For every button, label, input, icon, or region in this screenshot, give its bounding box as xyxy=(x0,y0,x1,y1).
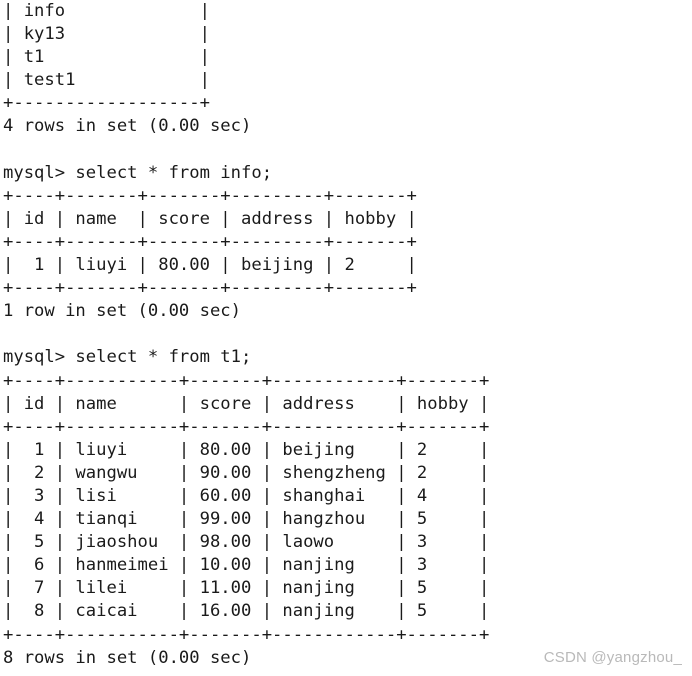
terminal-line: mysql> select * from info; xyxy=(3,162,273,183)
terminal-window[interactable]: | info | | ky13 | | t1 | | test1 | +--------… xyxy=(0,0,692,676)
terminal-line: +----+-----------+-------+------------+-… xyxy=(3,624,490,645)
terminal-line: | 5 | jiaoshou | 98.00 | laowo | 3 | xyxy=(3,532,490,553)
terminal-line: | info | xyxy=(3,1,210,21)
terminal-line: | ky13 | xyxy=(3,24,210,45)
terminal-line: | 4 | tianqi | 99.00 | hangzhou | 5 | xyxy=(3,509,490,530)
csdn-watermark: CSDN @yangzhou_ xyxy=(543,649,682,666)
terminal-line: 4 rows in set (0.00 sec) xyxy=(3,116,252,137)
terminal-line: | 2 | wangwu | 90.00 | shengzheng | 2 | xyxy=(3,462,490,483)
terminal-line: | t1 | xyxy=(3,47,210,68)
terminal-line: +------------------+ xyxy=(3,93,210,114)
terminal-line: | 3 | lisi | 60.00 | shanghai | 4 | xyxy=(3,485,490,506)
terminal-line: | 1 | liuyi | 80.00 | beijing | 2 | xyxy=(3,439,490,460)
terminal-line: | id | name | score | address | hobby | xyxy=(3,208,417,229)
terminal-line: | id | name | score | address | hobby | xyxy=(3,393,490,414)
terminal-line: 1 row in set (0.00 sec) xyxy=(3,301,241,322)
terminal-line: +----+-------+-------+---------+-------+ xyxy=(3,278,417,299)
terminal-line: | 8 | caicai | 16.00 | nanjing | 5 | xyxy=(3,601,490,622)
terminal-line: +----+-------+-------+---------+-------+ xyxy=(3,185,417,206)
terminal-line: +----+-------+-------+---------+-------+ xyxy=(3,231,417,252)
terminal-line: | test1 | xyxy=(3,70,210,91)
terminal-line: | 6 | hanmeimei | 10.00 | nanjing | 3 | xyxy=(3,555,490,576)
terminal-line: | 1 | liuyi | 80.00 | beijing | 2 | xyxy=(3,255,417,276)
terminal-line: | 7 | lilei | 11.00 | nanjing | 5 | xyxy=(3,578,490,599)
terminal-line: mysql> select * from t1; xyxy=(3,347,252,368)
terminal-output: | info | | ky13 | | t1 | | test1 | +--------… xyxy=(0,0,692,670)
terminal-line: +----+-----------+-------+------------+-… xyxy=(3,370,490,391)
terminal-line: +----+-----------+-------+------------+-… xyxy=(3,416,490,437)
